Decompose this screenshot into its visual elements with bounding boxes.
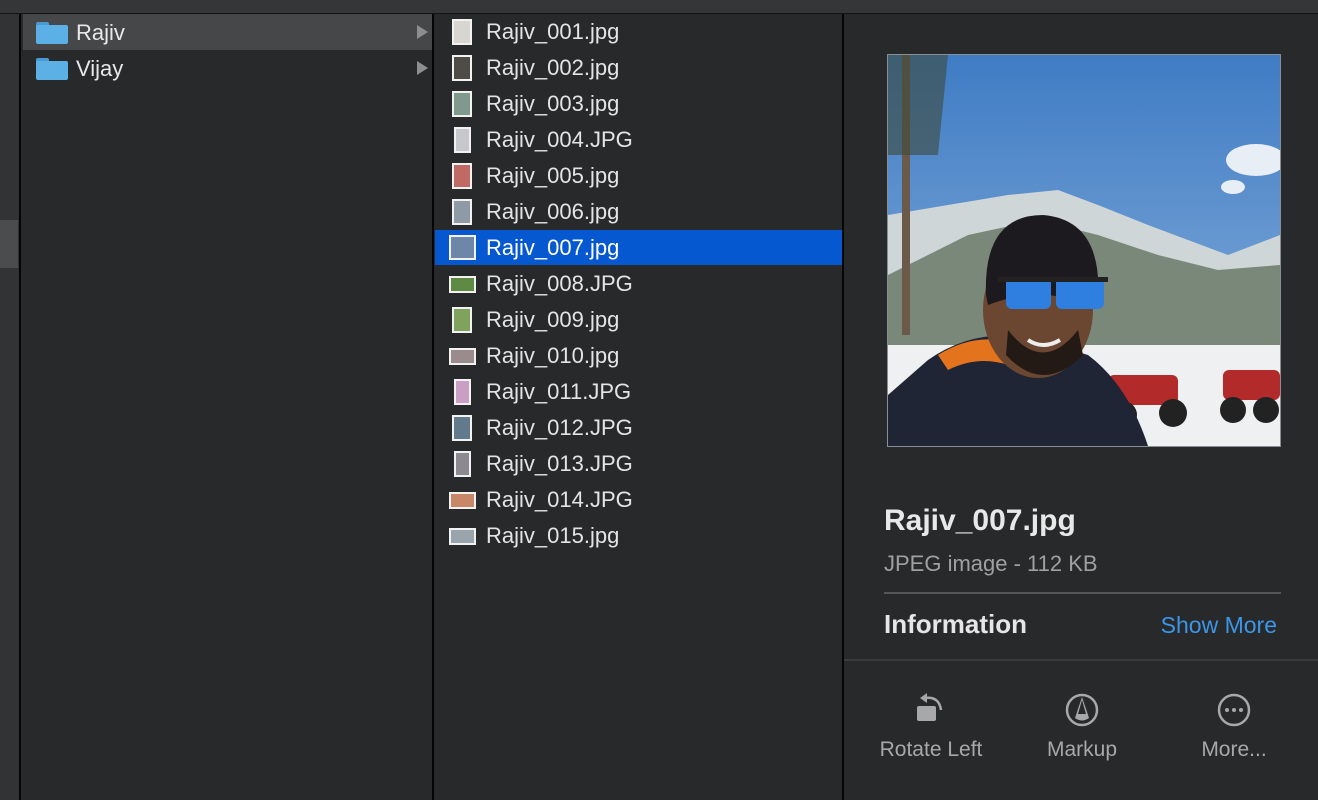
file-list-item[interactable]: Rajiv_001.jpg [435, 14, 842, 49]
file-name: Rajiv_009.jpg [486, 307, 620, 332]
folder-label: Rajiv [76, 20, 125, 45]
folder-icon [36, 58, 68, 80]
file-name: Rajiv_006.jpg [486, 199, 620, 224]
show-more-link[interactable]: Show More [1161, 612, 1277, 639]
divider [844, 659, 1318, 661]
markup-icon [1062, 690, 1102, 730]
chevron-right-icon [417, 61, 428, 75]
folder-label: Vijay [76, 56, 124, 81]
folder-item-vijay[interactable]: Vijay [23, 50, 432, 86]
image-thumbnail-icon [449, 492, 476, 509]
previous-column[interactable] [0, 14, 19, 800]
file-name: Rajiv_001.jpg [486, 19, 620, 44]
rotate-left-icon [911, 690, 951, 730]
markup-button[interactable]: Markup [1012, 690, 1152, 770]
image-thumbnail-icon [454, 451, 471, 477]
file-name: Rajiv_007.jpg [486, 235, 620, 260]
preview-file-info: JPEG image - 112 KB [884, 551, 1098, 576]
previous-column-selection[interactable] [0, 220, 18, 268]
preview-image[interactable] [887, 54, 1281, 447]
markup-label: Markup [1046, 738, 1118, 761]
more-label: More... [1201, 738, 1267, 761]
divider [884, 592, 1281, 594]
folder-icon [36, 22, 68, 44]
file-name: Rajiv_013.JPG [486, 451, 633, 476]
image-thumbnail-icon [452, 415, 472, 441]
file-name: Rajiv_010.jpg [486, 343, 620, 368]
image-thumbnail-icon [449, 348, 476, 365]
file-list-item[interactable]: Rajiv_014.JPG [435, 482, 842, 517]
file-name: Rajiv_002.jpg [486, 55, 620, 80]
file-list-item[interactable]: Rajiv_004.JPG [435, 122, 842, 157]
file-list-item[interactable]: Rajiv_008.JPG [435, 266, 842, 301]
file-name: Rajiv_011.JPG [486, 379, 632, 404]
file-list-item[interactable]: Rajiv_005.jpg [435, 158, 842, 193]
file-name: Rajiv_005.jpg [486, 163, 620, 188]
image-thumbnail-icon [454, 127, 471, 153]
image-thumbnail-icon [452, 163, 472, 189]
folder-item-rajiv[interactable]: Rajiv [23, 14, 432, 50]
preview-file-name: Rajiv_007.jpg [884, 504, 1076, 537]
file-name: Rajiv_003.jpg [486, 91, 620, 116]
image-thumbnail-icon [452, 19, 472, 45]
file-list-item[interactable]: Rajiv_009.jpg [435, 302, 842, 337]
image-thumbnail-icon [449, 528, 476, 545]
rotate-left-button[interactable]: Rotate Left [861, 690, 1001, 770]
image-thumbnail-icon [449, 276, 476, 293]
more-icon [1214, 690, 1254, 730]
window-toolbar-edge [0, 0, 1318, 14]
file-list-item[interactable]: Rajiv_012.JPG [435, 410, 842, 445]
file-list-item[interactable]: Rajiv_015.jpg [435, 518, 842, 553]
file-name: Rajiv_012.JPG [486, 415, 633, 440]
information-heading: Information [884, 609, 1027, 639]
column-divider[interactable] [432, 14, 434, 800]
image-thumbnail-icon [452, 307, 472, 333]
file-list-item[interactable]: Rajiv_011.JPG [435, 374, 842, 409]
file-name: Rajiv_014.JPG [486, 487, 633, 512]
file-list-item[interactable]: Rajiv_003.jpg [435, 86, 842, 121]
file-list-item[interactable]: Rajiv_013.JPG [435, 446, 842, 481]
file-list-item[interactable]: Rajiv_006.jpg [435, 194, 842, 229]
preview-pane: Rajiv_007.jpg JPEG image - 112 KB Inform… [844, 14, 1318, 800]
image-thumbnail-icon [452, 91, 472, 117]
file-name: Rajiv_004.JPG [486, 127, 633, 152]
image-thumbnail-icon [452, 55, 472, 81]
file-name: Rajiv_015.jpg [486, 523, 620, 548]
rotate-left-label: Rotate Left [879, 738, 983, 761]
file-name: Rajiv_008.JPG [486, 271, 633, 296]
files-column: Rajiv_001.jpg Rajiv_002.jpg Rajiv_003.jpg R… [435, 14, 842, 800]
more-button[interactable]: More... [1164, 690, 1304, 770]
image-thumbnail-icon [452, 199, 472, 225]
image-thumbnail-icon [454, 379, 471, 405]
image-thumbnail-icon [449, 235, 476, 260]
chevron-right-icon [417, 25, 428, 39]
file-list-item[interactable]: Rajiv_002.jpg [435, 50, 842, 85]
column-divider[interactable] [19, 14, 21, 800]
file-list-item[interactable]: Rajiv_007.jpg [435, 230, 842, 265]
folders-column: Rajiv Vijay [23, 14, 432, 800]
file-list-item[interactable]: Rajiv_010.jpg [435, 338, 842, 373]
